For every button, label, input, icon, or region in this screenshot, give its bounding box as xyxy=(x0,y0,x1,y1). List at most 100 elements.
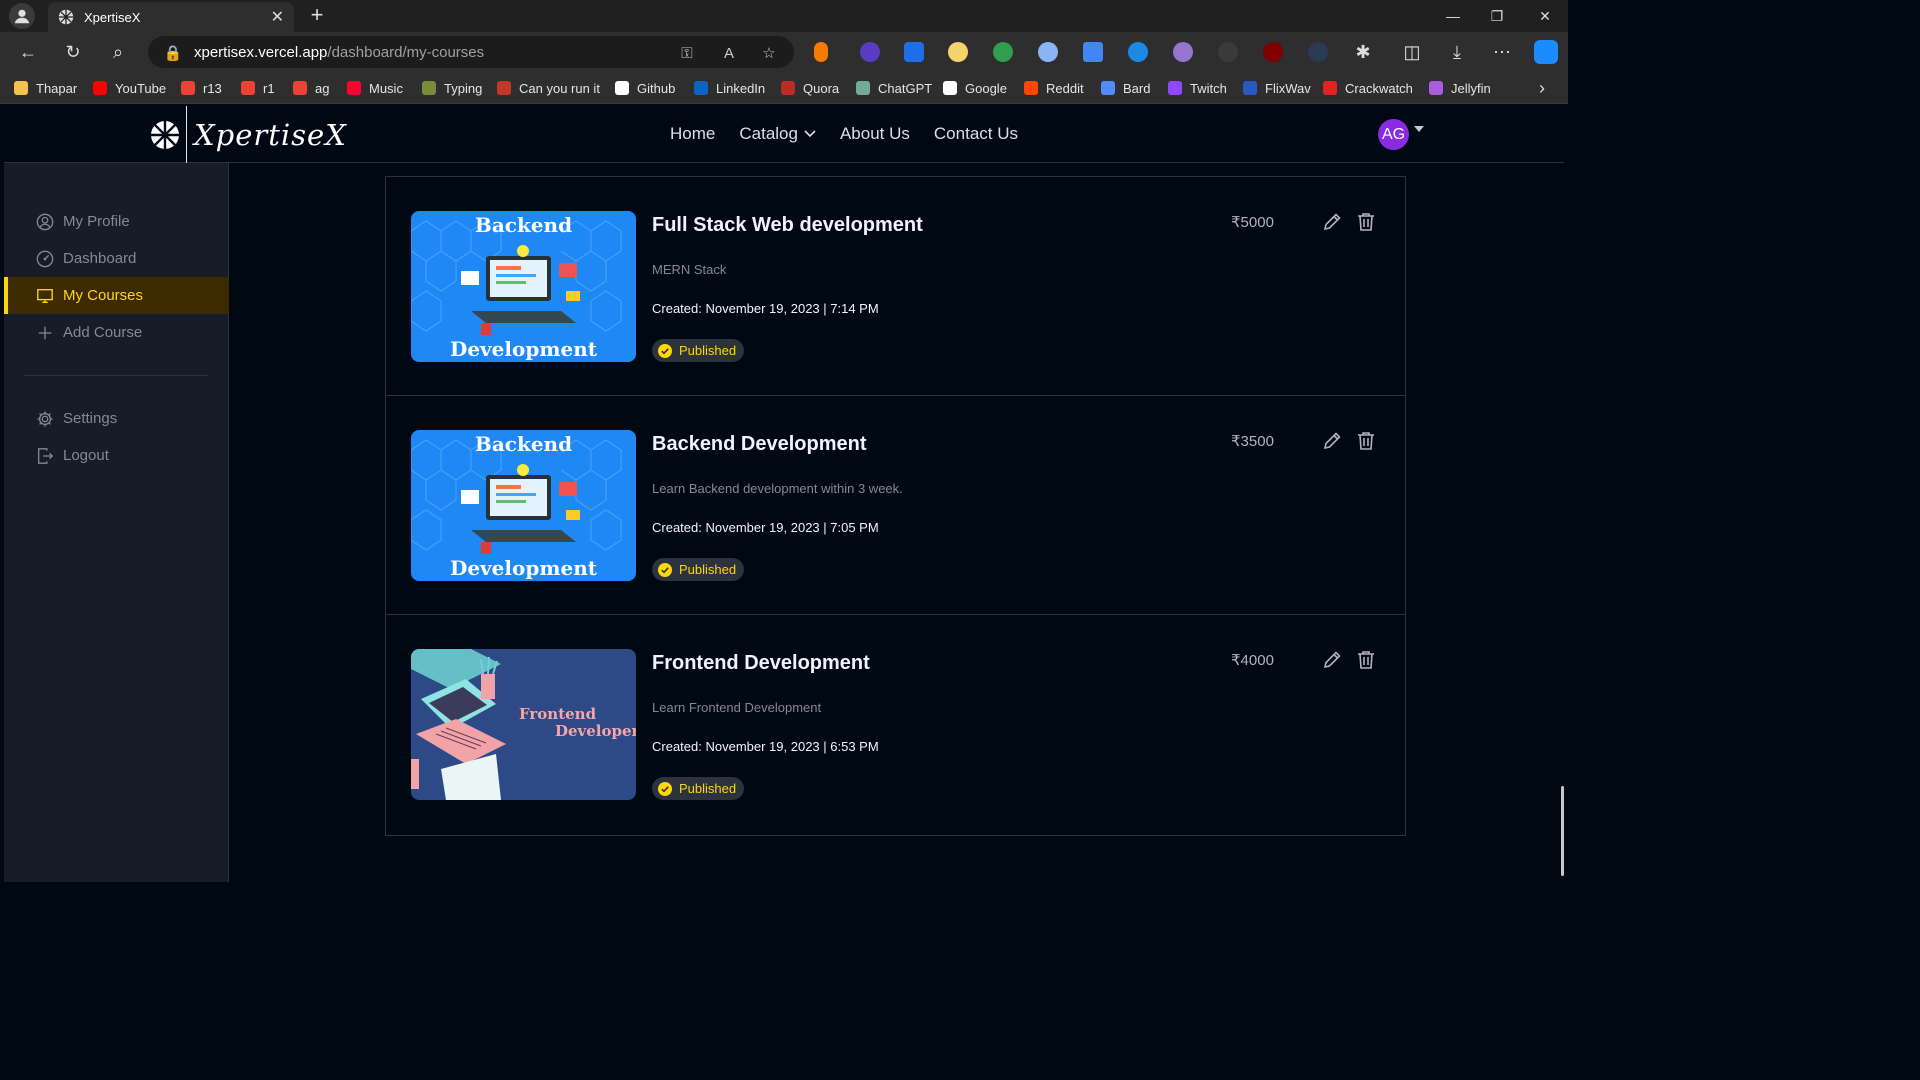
sidebar-item-logout[interactable]: Logout xyxy=(4,437,229,474)
nav-about[interactable]: About Us xyxy=(840,124,910,144)
browser-profile-icon[interactable] xyxy=(9,3,35,29)
bookmark-music[interactable]: Music xyxy=(347,80,403,96)
course-created-date: Created: November 19, 2023 | 7:14 PM xyxy=(652,301,879,316)
logo-mark-icon xyxy=(151,121,179,149)
trash-icon[interactable] xyxy=(1355,430,1377,452)
reload-icon[interactable]: ↻ xyxy=(61,40,85,64)
trash-icon[interactable] xyxy=(1355,649,1377,671)
bookmark-r13[interactable]: r13 xyxy=(181,80,222,96)
nav-catalog-label: Catalog xyxy=(739,124,798,143)
extension-icon[interactable] xyxy=(860,42,880,62)
bookmark-label: Thapar xyxy=(36,80,78,96)
lock-icon[interactable]: 🔒 xyxy=(164,44,183,62)
edit-pencil-icon[interactable] xyxy=(1321,649,1343,671)
new-tab-icon[interactable]: + xyxy=(305,3,329,27)
sidebar-item-settings[interactable]: Settings xyxy=(4,400,229,437)
bookmark-linkedin[interactable]: LinkedIn xyxy=(694,80,765,96)
course-thumbnail[interactable]: Backend Development xyxy=(411,430,636,581)
course-price: ₹3500 xyxy=(1231,433,1274,450)
tab-title: XpertiseX xyxy=(84,9,141,25)
sidebar-item-dashboard[interactable]: Dashboard xyxy=(4,240,229,277)
bookmark-typing[interactable]: Typing xyxy=(422,80,482,96)
bookmark-label: YouTube xyxy=(115,80,167,96)
bookmark-ag[interactable]: ag xyxy=(293,80,329,96)
extension-icon[interactable] xyxy=(948,42,968,62)
bookmark-reddit[interactable]: Reddit xyxy=(1024,80,1084,96)
bookmark-can-you-run-it[interactable]: Can you run it xyxy=(497,80,600,96)
split-screen-icon[interactable]: ◫ xyxy=(1400,40,1424,64)
downloads-icon[interactable]: ⤓ xyxy=(1445,40,1469,64)
edit-pencil-icon[interactable] xyxy=(1321,211,1343,233)
bookmark-github[interactable]: Github xyxy=(615,80,675,96)
ublock-extension-icon[interactable] xyxy=(1263,42,1283,62)
sidebar-item-label: My Courses xyxy=(63,287,144,304)
bookmark-bard[interactable]: Bard xyxy=(1101,80,1150,96)
sidebar-item-my-courses[interactable]: My Courses xyxy=(4,277,229,314)
extension-icon[interactable] xyxy=(1128,42,1148,62)
site-logo[interactable]: XpertiseX xyxy=(150,106,347,170)
close-tab-icon[interactable]: ✕ xyxy=(271,7,284,27)
avatar[interactable]: AG xyxy=(1378,119,1409,150)
course-title[interactable]: Full Stack Web development xyxy=(652,214,923,237)
trash-icon[interactable] xyxy=(1355,211,1377,233)
thumbnail-title-top: Backend xyxy=(474,432,573,456)
extension-icon[interactable] xyxy=(1173,42,1193,62)
extension-icon[interactable] xyxy=(1038,42,1058,62)
edit-pencil-icon[interactable] xyxy=(1321,430,1343,452)
bookmark-youtube[interactable]: YouTube xyxy=(93,80,166,96)
minimize-icon[interactable]: — xyxy=(1430,0,1476,32)
back-icon[interactable]: ← xyxy=(16,40,40,64)
bookmark-twitch[interactable]: Twitch xyxy=(1168,80,1227,96)
favorite-star-icon[interactable]: ☆ xyxy=(760,44,778,62)
crackwatch-icon xyxy=(1323,81,1337,95)
caret-down-icon[interactable] xyxy=(1414,126,1424,132)
extension-icon[interactable] xyxy=(1308,42,1328,62)
bookmark-google[interactable]: Google xyxy=(943,80,1007,96)
bookmark-crackwatch[interactable]: Crackwatch xyxy=(1323,80,1413,96)
bookmark-jellyfin[interactable]: Jellyfin xyxy=(1429,80,1491,96)
extension-icon[interactable] xyxy=(814,42,828,62)
active-tab[interactable]: XpertiseX ✕ xyxy=(48,2,294,32)
bookmark-label: Reddit xyxy=(1046,80,1084,96)
check-circle-icon xyxy=(658,343,672,358)
nav-contact[interactable]: Contact Us xyxy=(934,124,1018,144)
course-title[interactable]: Frontend Development xyxy=(652,652,870,675)
page-scrollbar[interactable] xyxy=(1561,786,1564,876)
nav-home[interactable]: Home xyxy=(670,124,715,144)
check-circle-icon xyxy=(658,781,672,796)
course-thumbnail[interactable]: Backend Development xyxy=(411,211,636,362)
key-icon[interactable]: ⚿ xyxy=(678,44,696,62)
copilot-icon[interactable] xyxy=(1534,40,1558,64)
address-bar[interactable]: xpertisex.vercel.app/dashboard/my-course… xyxy=(148,36,794,68)
user-circle-icon xyxy=(36,213,54,230)
sidebar-item-add-course[interactable]: Add Course xyxy=(4,314,229,351)
bookmark-r1[interactable]: r1 xyxy=(241,80,275,96)
course-thumbnail[interactable]: Frontend Developer xyxy=(411,649,636,800)
extensions-icon[interactable]: ✱ xyxy=(1351,40,1375,64)
thumbnail-title-top: Frontend xyxy=(519,705,597,723)
extension-shield-icon[interactable] xyxy=(904,42,924,62)
can-you-run-it-icon xyxy=(497,81,511,95)
bookmark-quora[interactable]: Quora xyxy=(781,80,839,96)
gear-icon xyxy=(37,410,53,427)
nav-catalog[interactable]: Catalog xyxy=(739,124,816,144)
bookmark-label: r1 xyxy=(263,80,275,96)
course-price: ₹5000 xyxy=(1231,214,1274,231)
restore-icon[interactable]: ❐ xyxy=(1474,0,1520,32)
close-window-icon[interactable]: ✕ xyxy=(1522,0,1568,32)
more-bookmarks-chevron-icon[interactable]: › xyxy=(1530,76,1554,100)
read-aloud-icon[interactable]: A xyxy=(720,44,738,62)
xpertisex-favicon-icon xyxy=(58,9,74,25)
sidebar-item-my-profile[interactable]: My Profile xyxy=(4,203,229,240)
search-icon[interactable]: ⌕ xyxy=(106,40,130,64)
more-menu-icon[interactable]: ⋯ xyxy=(1490,40,1514,64)
music-icon xyxy=(347,81,361,95)
course-title[interactable]: Backend Development xyxy=(652,433,867,456)
bookmark-flixwav[interactable]: FlixWav xyxy=(1243,80,1311,96)
extension-icon[interactable] xyxy=(993,42,1013,62)
extension-icon[interactable] xyxy=(1218,42,1238,62)
translate-extension-icon[interactable] xyxy=(1083,42,1103,62)
bookmark-chatgpt[interactable]: ChatGPT xyxy=(856,80,932,96)
sidebar-item-label: Settings xyxy=(63,410,118,427)
bookmark-thapar[interactable]: Thapar xyxy=(14,80,77,96)
